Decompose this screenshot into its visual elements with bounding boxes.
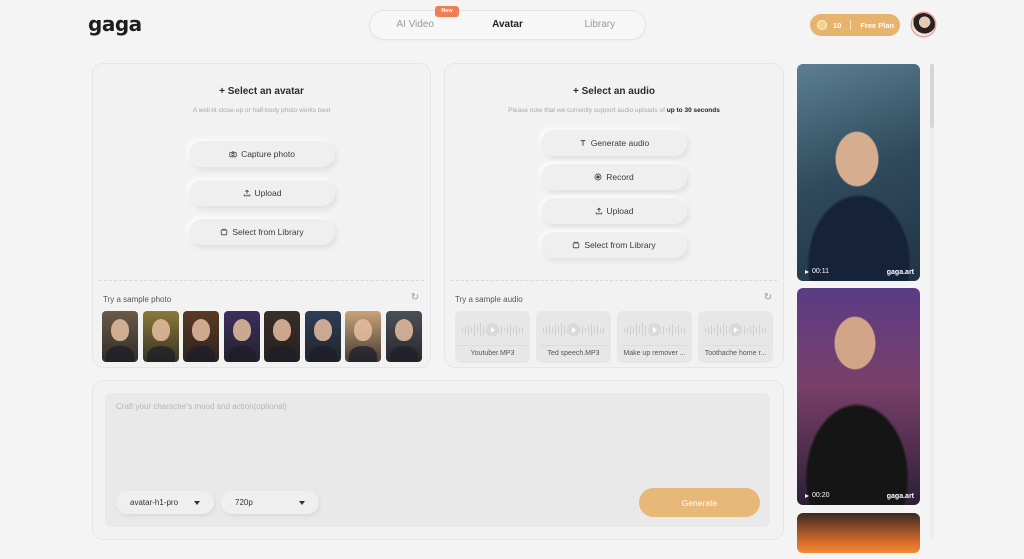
select-audio-library-button[interactable]: Select from Library	[541, 232, 687, 258]
tab-avatar[interactable]: Avatar	[461, 10, 553, 40]
main-nav: AI Video Avatar Library	[369, 10, 646, 40]
video-duration: 00:11	[805, 268, 829, 275]
upload-audio-button[interactable]: Upload	[541, 198, 687, 224]
plan-button[interactable]: 10 Free Plan	[810, 14, 900, 36]
sample-audio[interactable]: Ted speech.MP3	[536, 311, 611, 363]
sample-audio-name: Make up remover ...	[620, 345, 689, 357]
sample-audio-name: Toothache home r...	[701, 345, 770, 357]
avatar-panel-title[interactable]: + Select an avatar	[93, 86, 430, 97]
audio-subtitle-text: Please note that we currently support au…	[508, 107, 667, 114]
new-badge: New	[435, 6, 459, 17]
text-icon	[580, 140, 586, 146]
audio-panel-title[interactable]: + Select an audio	[445, 86, 783, 97]
audio-limit: up to 30 seconds	[666, 107, 720, 114]
sample-audio[interactable]: Youtuber.MP3	[455, 311, 530, 363]
plan-divider	[850, 20, 852, 30]
avatar-panel: + Select an avatar A well-lit close-up o…	[93, 64, 430, 367]
audio-panel: + Select an audio Please note that we cu…	[445, 64, 783, 367]
upload-photo-label: Upload	[254, 188, 282, 198]
sample-photo[interactable]	[264, 311, 300, 362]
resolution-select[interactable]: 720p	[221, 491, 319, 514]
resolution-value: 720p	[235, 498, 253, 507]
user-avatar[interactable]	[912, 13, 935, 36]
avatar-panel-divider	[99, 280, 424, 281]
gallery-video[interactable]	[797, 513, 920, 553]
select-audio-library-label: Select from Library	[584, 240, 656, 250]
library-icon	[573, 241, 580, 249]
generate-button[interactable]: Generate	[639, 488, 760, 517]
play-icon[interactable]	[486, 323, 499, 336]
play-icon[interactable]	[729, 323, 742, 336]
gallery-video[interactable]: 00:11 gaga.art	[797, 64, 920, 281]
gallery-video[interactable]: 00:20 gaga.art	[797, 288, 920, 505]
gallery-scroll-thumb[interactable]	[930, 64, 934, 128]
play-icon	[805, 269, 809, 274]
credit-count: 10	[833, 20, 842, 30]
sample-audio-label: Try a sample audio	[455, 295, 523, 304]
select-photo-library-label: Select from Library	[232, 227, 304, 237]
watermark: gaga.art	[886, 493, 914, 500]
sample-photo[interactable]	[385, 311, 422, 362]
coin-icon	[817, 20, 827, 30]
sample-audio-name: Ted speech.MP3	[539, 345, 608, 357]
record-icon	[594, 173, 602, 181]
tab-library[interactable]: Library	[554, 10, 646, 40]
sample-photo[interactable]	[345, 311, 381, 362]
upload-audio-label: Upload	[606, 206, 634, 216]
chevron-down-icon	[194, 500, 200, 505]
sample-photo[interactable]	[304, 311, 341, 362]
sample-audio[interactable]: Toothache home r...	[698, 311, 773, 363]
refresh-photos-icon[interactable]: ↻	[410, 293, 420, 303]
watermark: gaga.art	[886, 269, 914, 276]
duration-text: 00:11	[812, 268, 829, 275]
select-photo-library-button[interactable]: Select from Library	[189, 219, 335, 245]
capture-photo-button[interactable]: Capture photo	[189, 141, 335, 167]
library-icon	[221, 228, 228, 236]
generate-audio-button[interactable]: Generate audio	[541, 130, 687, 156]
upload-icon	[595, 207, 602, 215]
sample-photo[interactable]	[223, 311, 260, 362]
sample-photo-list	[102, 311, 422, 362]
chevron-down-icon	[299, 500, 305, 505]
camera-icon	[229, 151, 237, 158]
prompt-panel: avatar-h1-pro 720p Generate	[93, 381, 783, 539]
upload-photo-button[interactable]: Upload	[189, 180, 335, 206]
video-duration: 00:20	[805, 492, 830, 499]
play-icon	[805, 493, 809, 498]
sample-audio-list: Youtuber.MP3 Ted speech.MP3 Make up remo…	[455, 311, 773, 363]
gaga-logo[interactable]: gaga	[88, 12, 142, 36]
record-label: Record	[606, 172, 634, 182]
capture-photo-label: Capture photo	[241, 149, 295, 159]
sample-photo[interactable]	[183, 311, 219, 362]
audio-panel-divider	[451, 280, 777, 281]
model-value: avatar-h1-pro	[130, 498, 179, 507]
play-icon[interactable]	[648, 323, 661, 336]
model-select[interactable]: avatar-h1-pro	[116, 491, 214, 514]
sample-photo[interactable]	[102, 311, 138, 362]
sample-audio-name: Youtuber.MP3	[458, 345, 527, 357]
generate-audio-label: Generate audio	[590, 138, 650, 148]
audio-panel-subtitle: Please note that we currently support au…	[445, 107, 783, 114]
refresh-audio-icon[interactable]: ↻	[763, 293, 773, 303]
plan-label: Free Plan	[860, 20, 895, 30]
avatar-panel-subtitle: A well-lit close-up or half-body photo w…	[192, 107, 331, 114]
gallery-scrollbar[interactable]	[930, 64, 934, 539]
sample-audio[interactable]: Make up remover ...	[617, 311, 692, 363]
upload-icon	[243, 189, 250, 197]
record-button[interactable]: Record	[541, 164, 687, 190]
sample-photo-label: Try a sample photo	[103, 295, 172, 304]
play-icon[interactable]	[567, 323, 580, 336]
duration-text: 00:20	[812, 492, 830, 499]
sample-photo[interactable]	[142, 311, 179, 362]
